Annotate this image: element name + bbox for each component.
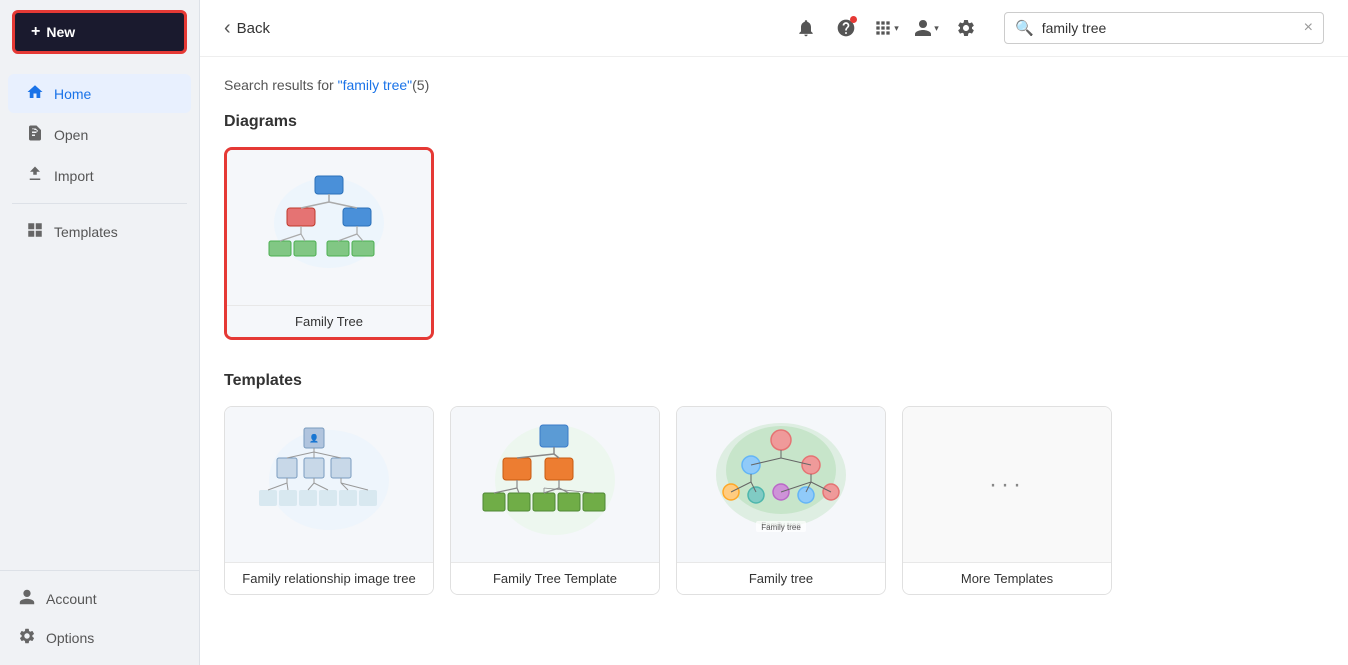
help-button[interactable] <box>832 14 860 42</box>
sidebar-item-templates[interactable]: Templates <box>8 212 191 251</box>
open-icon <box>26 124 44 145</box>
diagram-card-family-tree[interactable]: Family Tree <box>224 147 434 340</box>
settings-button[interactable] <box>952 14 980 42</box>
sidebar-item-home-label: Home <box>54 86 91 102</box>
sidebar-item-import-label: Import <box>54 168 94 184</box>
user-button[interactable]: ▾ <box>912 14 940 42</box>
main-content: ‹ Back ▾ ▾ <box>200 0 1348 665</box>
apps-button[interactable]: ▾ <box>872 14 900 42</box>
templates-grid: 👤 <box>224 406 1324 595</box>
svg-text:👤: 👤 <box>309 433 319 443</box>
diagram-card-label: Family Tree <box>227 305 431 337</box>
content-area: Search results for "family tree"(5) Diag… <box>200 57 1348 615</box>
template-card-family-rel[interactable]: 👤 <box>224 406 434 595</box>
notification-button[interactable] <box>792 14 820 42</box>
search-bar: 🔍 × <box>1004 12 1324 44</box>
template-card-more-templates[interactable]: ··· More Templates <box>902 406 1112 595</box>
options-icon <box>18 627 36 648</box>
family-tree-preview-svg <box>259 168 399 288</box>
templates-section: Templates 👤 <box>224 372 1324 595</box>
sidebar-item-account[interactable]: Account <box>0 579 199 618</box>
topbar-right: ▾ ▾ 🔍 × <box>792 12 1324 44</box>
sidebar-item-open[interactable]: Open <box>8 115 191 154</box>
search-area: 🔍 × <box>1004 12 1324 44</box>
sidebar-bottom: Account Options <box>0 570 199 665</box>
apps-chevron: ▾ <box>894 23 899 34</box>
sidebar-item-templates-label: Templates <box>54 224 118 240</box>
more-templates-dots: ··· <box>989 471 1025 499</box>
import-icon <box>26 165 44 186</box>
templates-icon <box>26 221 44 242</box>
sidebar-item-import[interactable]: Import <box>8 156 191 195</box>
search-clear-button[interactable]: × <box>1304 20 1313 36</box>
chevron-left-icon: ‹ <box>224 17 231 40</box>
diagrams-section: Diagrams <box>224 113 1324 340</box>
template-thumb-label-4: More Templates <box>903 562 1111 594</box>
new-button[interactable]: + New <box>12 10 187 54</box>
back-button[interactable]: ‹ Back <box>224 17 270 40</box>
sidebar: + New Home Open Import <box>0 0 200 665</box>
search-results-info: Search results for "family tree"(5) <box>224 77 1324 93</box>
topbar: ‹ Back ▾ ▾ <box>200 0 1348 57</box>
sidebar-item-open-label: Open <box>54 127 88 143</box>
search-icon: 🔍 <box>1015 19 1034 37</box>
sidebar-item-options-label: Options <box>46 630 94 646</box>
home-icon <box>26 83 44 104</box>
template-card-family-tree-2[interactable]: Family tree Family tree Family tree <box>676 406 886 595</box>
template-thumb-preview-3: Family tree Family tree <box>677 407 885 562</box>
diagram-card-preview <box>227 150 431 305</box>
template-thumb-label-1: Family relationship image tree <box>225 562 433 594</box>
diagrams-section-title: Diagrams <box>224 113 1324 131</box>
search-input[interactable] <box>1042 20 1296 36</box>
template-thumb-preview-1: 👤 <box>225 407 433 562</box>
user-chevron: ▾ <box>934 23 939 34</box>
sidebar-item-options[interactable]: Options <box>0 618 199 657</box>
plus-icon: + <box>31 23 40 41</box>
sidebar-item-account-label: Account <box>46 591 97 607</box>
diagrams-grid: Family Tree <box>224 147 1324 340</box>
new-button-label: New <box>46 24 75 40</box>
account-icon <box>18 588 36 609</box>
back-label: Back <box>237 20 270 37</box>
template-card-family-tree-template[interactable]: Family Tree Template <box>450 406 660 595</box>
template-thumb-preview-4: ··· <box>903 407 1111 562</box>
sidebar-item-home[interactable]: Home <box>8 74 191 113</box>
svg-text:Family tree: Family tree <box>761 523 801 532</box>
template-thumb-preview-2 <box>451 407 659 562</box>
search-query-link[interactable]: "family tree" <box>338 77 413 93</box>
topbar-icons: ▾ ▾ <box>792 14 980 42</box>
template-thumb-label-2: Family Tree Template <box>451 562 659 594</box>
help-notification-dot <box>850 16 857 23</box>
template-thumb-label-3: Family tree <box>677 562 885 594</box>
sidebar-nav: Home Open Import Templates <box>0 64 199 570</box>
templates-section-title: Templates <box>224 372 1324 390</box>
